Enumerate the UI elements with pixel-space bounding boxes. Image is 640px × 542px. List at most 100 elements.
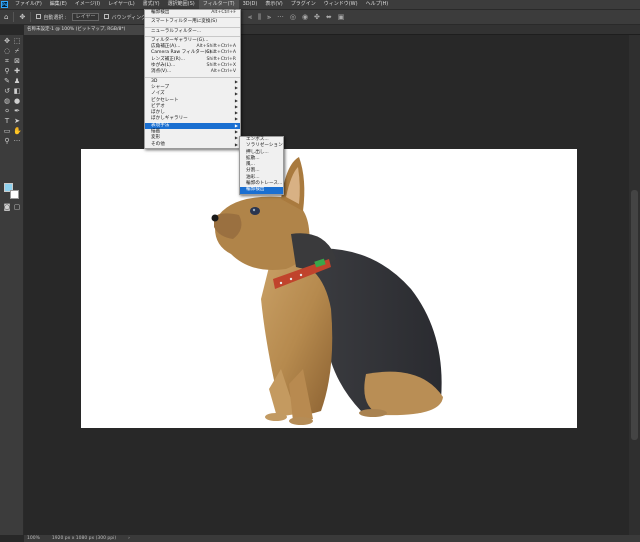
menu-5[interactable]: 選択範囲(S) xyxy=(164,0,199,9)
filter-menu-item-label: シャープ xyxy=(151,84,170,90)
tools-panel: ✥ ⬚ ◌ ⌿ ⌗ ⊠ ⚲ ✚ ✎ ♟ ↺ ◧ ◍ ● ⚪ ✒ T ➤ ▭ ✋ … xyxy=(0,35,24,535)
filter-menu-item-label: 輪郭検出 xyxy=(151,10,170,15)
menu-10[interactable]: ウィンドウ(W) xyxy=(320,0,362,9)
healing-brush-icon[interactable]: ✚ xyxy=(13,67,21,75)
frame-tool-icon[interactable]: ⊠ xyxy=(13,57,21,65)
dodge-tool-icon[interactable]: ⚪ xyxy=(3,107,11,115)
more-options-icon[interactable]: ··· xyxy=(277,13,284,22)
options-bar: ⌂ ✥ 自動選択 : レイヤー バウンディング ⫷ ⫼ ⫸ ··· ◎ ◉ ✤ … xyxy=(0,9,640,25)
menu-7[interactable]: 3D(D) xyxy=(239,0,262,9)
move-tool-icon[interactable]: ✥ xyxy=(3,37,11,45)
stylize-menu-item-label: ソラリゼーション xyxy=(246,143,283,149)
menu-6[interactable]: フィルター(T) xyxy=(198,0,239,9)
scale-3d-icon[interactable]: ▣ xyxy=(338,13,345,22)
vertical-scrollbar[interactable] xyxy=(629,35,640,535)
dog-photo xyxy=(211,157,443,425)
orbit-3d-icon[interactable]: ◎ xyxy=(290,13,296,22)
filter-menu-item-label: レンズ補正(R)... xyxy=(151,56,186,62)
home-icon[interactable]: ⌂ xyxy=(4,13,8,21)
filter-menu-item-label: 変形 xyxy=(151,135,161,141)
align-right-icon[interactable]: ⫸ xyxy=(267,13,271,22)
auto-select-checkbox[interactable]: 自動選択 : xyxy=(36,13,67,21)
stylize-submenu: エンボス... ソラリゼーション 押し出し... 拡散... 風... 分割... 油彩..… xyxy=(239,136,284,195)
pen-tool-icon[interactable]: ✒ xyxy=(13,107,21,115)
edit-toolbar-icon[interactable]: ··· xyxy=(13,137,21,145)
menu-divider xyxy=(145,35,240,37)
document-tab-title: 名称未設定-1 @ 100% (ビットマップ, RGB/8*) xyxy=(27,27,126,32)
type-tool-icon[interactable]: T xyxy=(3,117,11,125)
menu-11[interactable]: ヘルプ(H) xyxy=(362,0,393,9)
quick-mask-icon[interactable]: ◙ xyxy=(3,203,11,211)
filter-menu-item-label: ニューラルフィルター... xyxy=(151,28,202,34)
status-arrow-icon[interactable]: › xyxy=(128,536,130,541)
stylize-menu-item-label: 分割... xyxy=(246,168,260,174)
stylize-menu-item-label: 拡散... xyxy=(246,155,260,161)
scrollbar-thumb[interactable] xyxy=(631,190,638,440)
menu-divider xyxy=(145,26,240,28)
pan-3d-icon[interactable]: ✤ xyxy=(314,13,320,22)
eyedropper-icon[interactable]: ⚲ xyxy=(3,67,11,75)
menu-4[interactable]: 書式(Y) xyxy=(139,0,164,9)
filter-menu-item-label: フィルターギャラリー(G)... xyxy=(151,37,209,43)
menu-3[interactable]: レイヤー(L) xyxy=(104,0,139,9)
photoshop-logo-icon: Ps xyxy=(1,1,8,8)
filter-menu-item-label: ぼかしギャラリー xyxy=(151,116,188,122)
paint-bucket-icon[interactable]: ◍ xyxy=(3,97,11,105)
filter-menu-item[interactable]: その他 ▶ xyxy=(145,142,240,148)
filter-menu-item-label: 描画 xyxy=(151,129,161,135)
filter-menu-item[interactable]: スマートフィルター用に変換(S) xyxy=(145,19,240,25)
layer-select-dropdown[interactable]: レイヤー xyxy=(71,13,100,21)
zoom-level[interactable]: 100% xyxy=(27,536,40,541)
align-left-icon[interactable]: ⫷ xyxy=(248,13,252,22)
menu-9[interactable]: プラグイン xyxy=(287,0,320,9)
checkbox-icon xyxy=(36,13,42,19)
submenu-arrow-icon: ▶ xyxy=(234,141,238,147)
document-tab[interactable]: 名称未設定-1 @ 100% (ビットマップ, RGB/8*) xyxy=(24,25,144,35)
filter-menu-item-label: 消点(V)... xyxy=(151,69,172,75)
filter-menu-item[interactable]: 輪郭検出 Alt+Ctrl+F xyxy=(145,10,240,16)
hand-tool-icon[interactable]: ✋ xyxy=(13,127,22,135)
stylize-menu-item[interactable]: 輪郭検出 xyxy=(240,187,283,194)
crop-tool-icon[interactable]: ⌗ xyxy=(3,57,11,65)
filter-menu-item-label: ゆがみ(L)... xyxy=(151,63,176,69)
menu-divider xyxy=(145,76,240,78)
clone-stamp-icon[interactable]: ♟ xyxy=(13,77,21,85)
filter-menu-item-label: ビデオ xyxy=(151,103,165,109)
rectangle-tool-icon[interactable]: ▭ xyxy=(3,127,11,135)
document-tab-bar: 名称未設定-1 @ 100% (ビットマップ, RGB/8*) xyxy=(24,25,640,35)
menu-2[interactable]: イメージ(I) xyxy=(71,0,104,9)
shortcut-label: Alt+Ctrl+F xyxy=(211,10,236,15)
filter-menu: 輪郭検出 Alt+Ctrl+F スマートフィルター用に変換(S) ニューラルフィルター… xyxy=(144,9,241,149)
divider xyxy=(30,12,32,22)
checkbox-icon xyxy=(104,13,110,19)
screen-mode-icon[interactable]: ▢ xyxy=(13,203,21,211)
slide-3d-icon[interactable]: ⬌ xyxy=(326,13,332,22)
filter-menu-item-label: ぼかし xyxy=(151,110,165,116)
filter-menu-item[interactable]: 消点(V)... Alt+Ctrl+V xyxy=(145,69,240,75)
document-info[interactable]: 1920 px x 1080 px (300 ppi) xyxy=(52,536,116,541)
zoom-tool-icon[interactable]: ⚲ xyxy=(3,137,11,145)
roll-3d-icon[interactable]: ◉ xyxy=(302,13,308,22)
menu-1[interactable]: 編集(E) xyxy=(46,0,71,9)
move-tool-icon[interactable]: ✥ xyxy=(19,13,25,21)
background-color-swatch[interactable] xyxy=(10,190,19,199)
filter-menu-item[interactable]: ニューラルフィルター... xyxy=(145,29,240,35)
transform-controls-checkbox[interactable]: バウンディング xyxy=(104,13,146,21)
align-controls: ⫷ ⫼ ⫸ ··· ◎ ◉ ✤ ⬌ ▣ xyxy=(248,13,344,22)
filter-menu-item-label: スマートフィルター用に変換(S) xyxy=(151,19,217,25)
rectangular-marquee-icon[interactable]: ⬚ xyxy=(13,37,21,45)
path-selection-icon[interactable]: ➤ xyxy=(13,117,21,125)
divider xyxy=(13,12,15,22)
menu-0[interactable]: ファイル(F) xyxy=(11,0,46,9)
document-canvas[interactable] xyxy=(81,149,577,428)
shortcut-label: Alt+Ctrl+V xyxy=(210,69,236,75)
lasso-tool-icon[interactable]: ◌ xyxy=(3,47,11,55)
blur-tool-icon[interactable]: ● xyxy=(13,97,21,105)
align-center-icon[interactable]: ⫼ xyxy=(258,13,261,22)
menu-8[interactable]: 表示(V) xyxy=(261,0,286,9)
eraser-tool-icon[interactable]: ◧ xyxy=(13,87,21,95)
menu-bar: Ps ファイル(F) 編集(E) イメージ(I) レイヤー(L) 書式(Y) 選択範囲(S… xyxy=(0,0,640,9)
history-brush-icon[interactable]: ↺ xyxy=(3,87,11,95)
brush-tool-icon[interactable]: ✎ xyxy=(3,77,11,85)
quick-selection-icon[interactable]: ⌿ xyxy=(13,47,21,55)
